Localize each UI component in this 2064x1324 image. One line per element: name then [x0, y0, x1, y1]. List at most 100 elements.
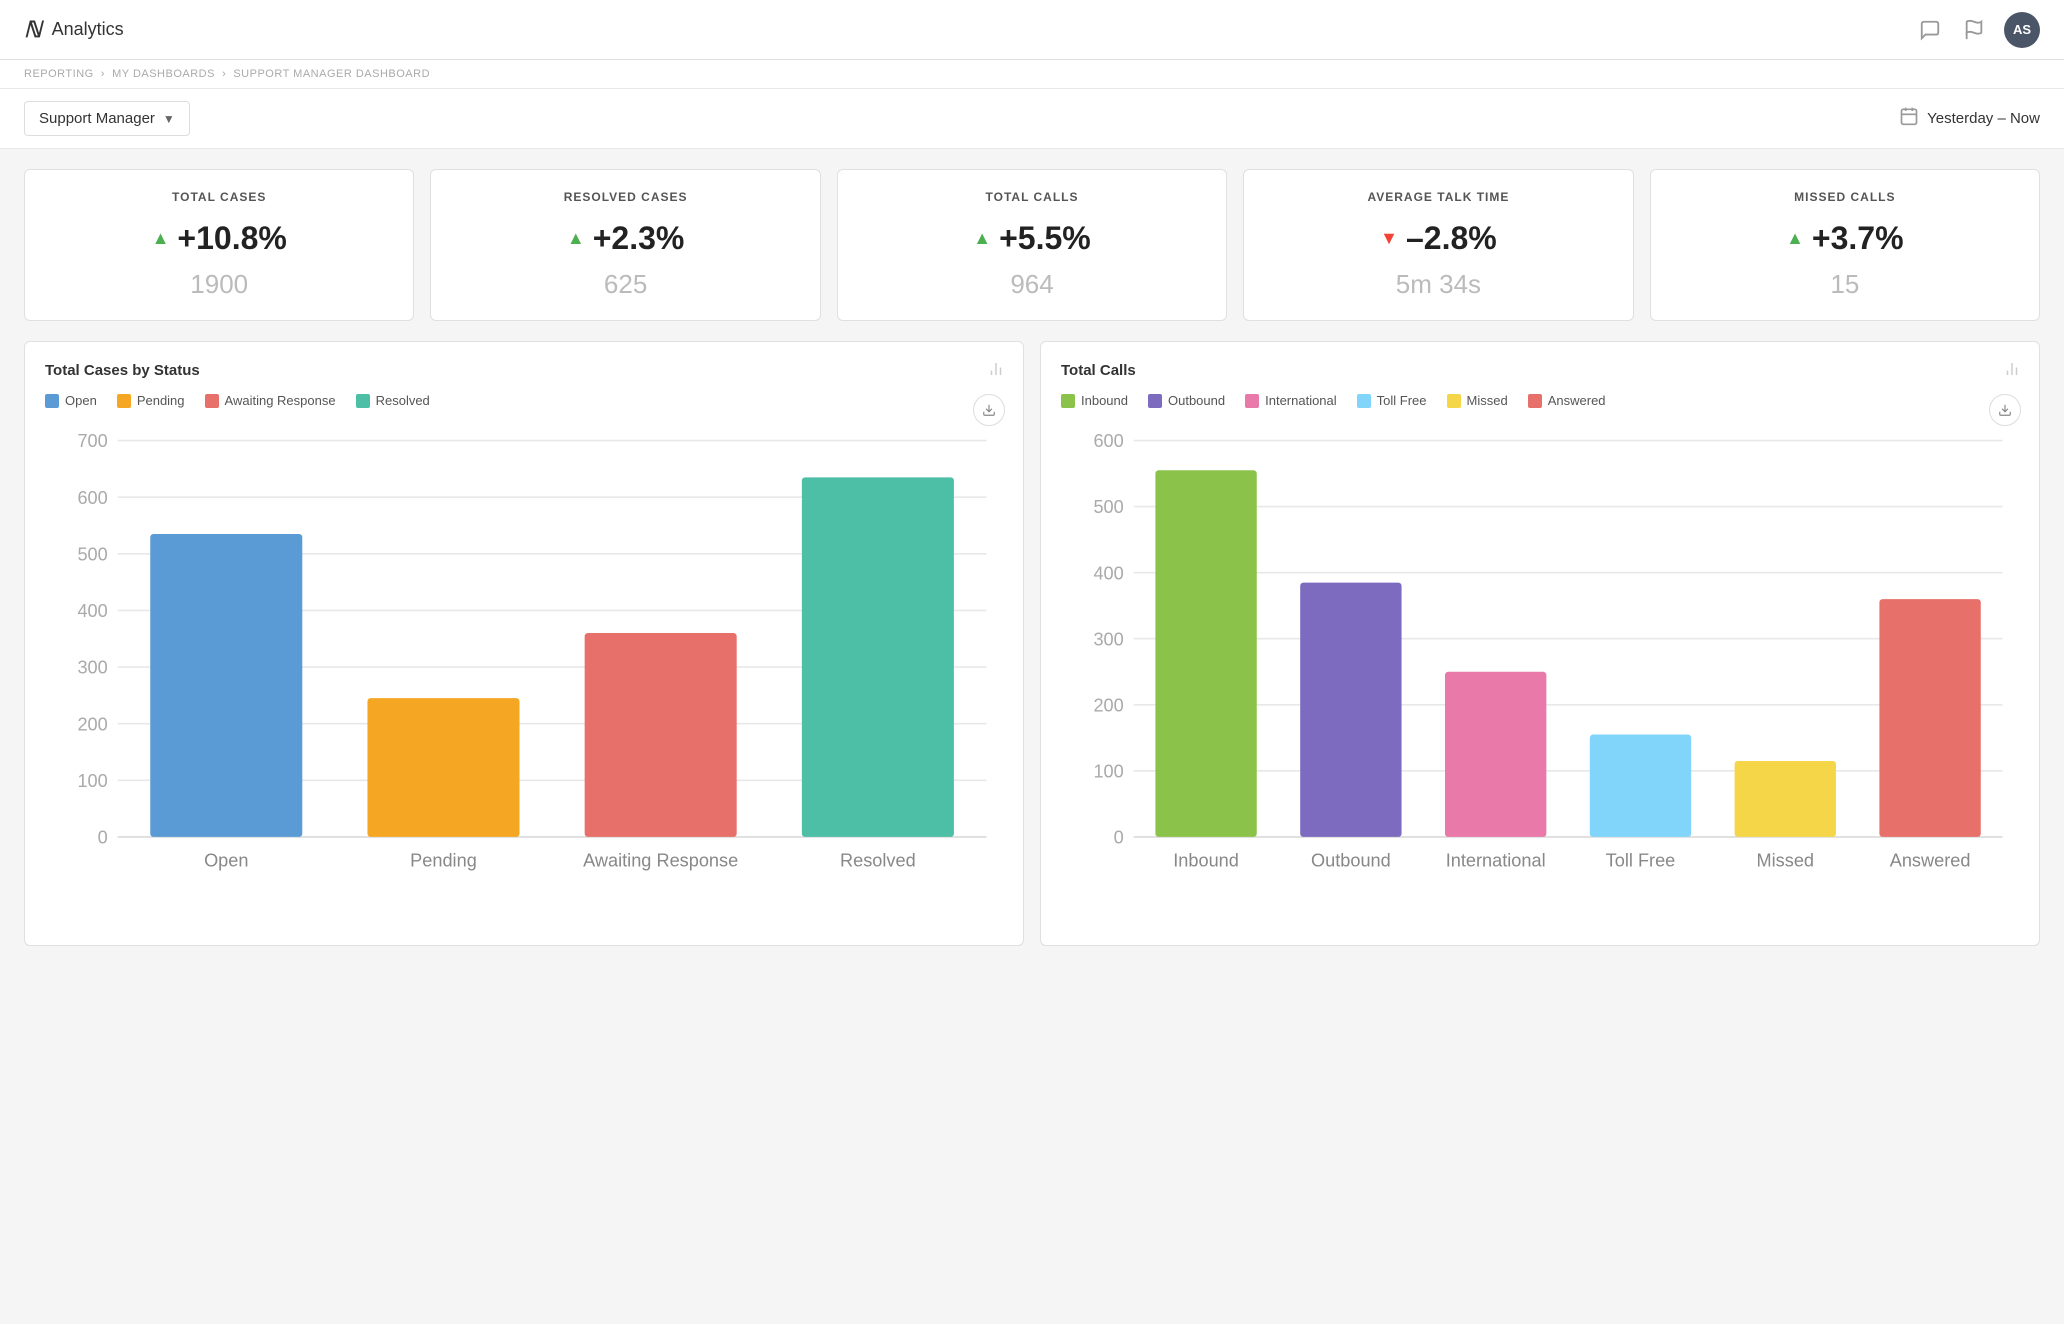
date-range-label: Yesterday – Now [1927, 110, 2040, 127]
legend-color [205, 394, 219, 408]
kpi-percent: +3.7% [1812, 220, 1904, 257]
user-avatar[interactable]: AS [2004, 12, 2040, 48]
trend-down-icon: ▼ [1380, 228, 1398, 249]
svg-text:0: 0 [1114, 828, 1124, 848]
kpi-change: ▲ +3.7% [1786, 220, 1903, 257]
header-left: ℕ Analytics [24, 17, 124, 43]
legend-item: Pending [117, 393, 185, 408]
legend-item: Answered [1528, 393, 1606, 408]
legend-label: Open [65, 393, 97, 408]
svg-text:0: 0 [98, 828, 108, 848]
kpi-percent: +5.5% [999, 220, 1091, 257]
cases-chart: 0100200300400500600700OpenPendingAwaitin… [45, 424, 1003, 925]
svg-text:300: 300 [1093, 629, 1123, 649]
cases-chart-toolbar-icon [987, 360, 1005, 383]
svg-text:Pending: Pending [410, 851, 477, 871]
legend-label: Toll Free [1377, 393, 1427, 408]
svg-text:500: 500 [1093, 497, 1123, 517]
breadcrumb: REPORTING › MY DASHBOARDS › SUPPORT MANA… [24, 68, 2040, 80]
breadcrumb-bar: REPORTING › MY DASHBOARDS › SUPPORT MANA… [0, 60, 2064, 89]
calls-legend: Inbound Outbound International Toll Free Mis… [1061, 393, 2019, 408]
legend-color [1148, 394, 1162, 408]
svg-text:100: 100 [1093, 761, 1123, 781]
svg-text:Answered: Answered [1890, 851, 1971, 871]
cases-download-button[interactable] [973, 394, 1005, 426]
chat-icon[interactable] [1916, 16, 1944, 44]
cases-legend: Open Pending Awaiting Response Resolved [45, 393, 1003, 408]
app-header: ℕ Analytics AS [0, 0, 2064, 60]
legend-color [117, 394, 131, 408]
svg-text:Awaiting Response: Awaiting Response [583, 851, 738, 871]
legend-label: Awaiting Response [225, 393, 336, 408]
kpi-label: AVERAGE TALK TIME [1367, 190, 1509, 204]
legend-color [1528, 394, 1542, 408]
cases-chart-title: Total Cases by Status [45, 362, 1003, 379]
trend-up-icon: ▲ [973, 228, 991, 249]
header-right: AS [1916, 12, 2040, 48]
svg-text:Resolved: Resolved [840, 851, 916, 871]
dashboard-selector-label: Support Manager [39, 110, 155, 127]
kpi-change: ▲ +5.5% [973, 220, 1090, 257]
legend-item: Inbound [1061, 393, 1128, 408]
kpi-card-4: MISSED CALLS ▲ +3.7% 15 [1650, 169, 2040, 321]
svg-text:600: 600 [1093, 431, 1123, 451]
calls-download-button[interactable] [1989, 394, 2021, 426]
kpi-value: 5m 34s [1396, 269, 1481, 300]
kpi-percent: +10.8% [177, 220, 286, 257]
legend-item: Resolved [356, 393, 430, 408]
calendar-icon [1899, 106, 1919, 131]
calls-chart: 0 100 200 300 400 500 600 Inbound Outbound Intern… [1061, 424, 2019, 925]
kpi-percent: +2.3% [593, 220, 685, 257]
cases-by-status-panel: Total Cases by Status Open Pending Awaitin… [24, 341, 1024, 946]
svg-text:200: 200 [1093, 695, 1123, 715]
svg-text:Toll Free: Toll Free [1606, 851, 1676, 871]
legend-color [1447, 394, 1461, 408]
legend-item: Open [45, 393, 97, 408]
svg-text:300: 300 [77, 658, 107, 678]
kpi-change: ▲ +10.8% [152, 220, 287, 257]
kpi-card-1: RESOLVED CASES ▲ +2.3% 625 [430, 169, 820, 321]
dashboard-selector[interactable]: Support Manager ▼ [24, 101, 190, 136]
svg-text:700: 700 [77, 431, 107, 451]
kpi-label: TOTAL CASES [172, 190, 266, 204]
kpi-card-2: TOTAL CALLS ▲ +5.5% 964 [837, 169, 1227, 321]
svg-text:500: 500 [77, 544, 107, 564]
svg-text:International: International [1446, 851, 1546, 871]
legend-label: International [1265, 393, 1337, 408]
svg-text:Missed: Missed [1757, 851, 1815, 871]
legend-label: Missed [1467, 393, 1508, 408]
main-content: TOTAL CASES ▲ +10.8% 1900 RESOLVED CASES… [0, 149, 2064, 966]
chevron-down-icon: ▼ [163, 112, 175, 126]
kpi-percent: –2.8% [1406, 220, 1497, 257]
svg-text:Outbound: Outbound [1311, 851, 1391, 871]
kpi-label: TOTAL CALLS [986, 190, 1079, 204]
legend-label: Answered [1548, 393, 1606, 408]
svg-text:Inbound: Inbound [1173, 851, 1239, 871]
kpi-label: RESOLVED CASES [564, 190, 688, 204]
legend-color [45, 394, 59, 408]
legend-label: Inbound [1081, 393, 1128, 408]
kpi-card-0: TOTAL CASES ▲ +10.8% 1900 [24, 169, 414, 321]
kpi-value: 15 [1830, 269, 1859, 300]
svg-text:400: 400 [77, 601, 107, 621]
trend-up-icon: ▲ [1786, 228, 1804, 249]
kpi-label: MISSED CALLS [1794, 190, 1895, 204]
kpi-value: 1900 [190, 269, 248, 300]
legend-item: Awaiting Response [205, 393, 336, 408]
legend-color [1061, 394, 1075, 408]
app-logo: ℕ [24, 17, 42, 43]
svg-text:Open: Open [204, 851, 248, 871]
kpi-value: 625 [604, 269, 647, 300]
date-range-selector[interactable]: Yesterday – Now [1899, 106, 2040, 131]
svg-text:600: 600 [77, 488, 107, 508]
legend-color [1245, 394, 1259, 408]
legend-item: Toll Free [1357, 393, 1427, 408]
charts-row: Total Cases by Status Open Pending Awaitin… [24, 341, 2040, 946]
kpi-change: ▼ –2.8% [1380, 220, 1497, 257]
legend-label: Pending [137, 393, 185, 408]
flag-icon[interactable] [1960, 16, 1988, 44]
svg-text:400: 400 [1093, 563, 1123, 583]
legend-item: Missed [1447, 393, 1508, 408]
legend-item: Outbound [1148, 393, 1225, 408]
svg-text:200: 200 [77, 714, 107, 734]
